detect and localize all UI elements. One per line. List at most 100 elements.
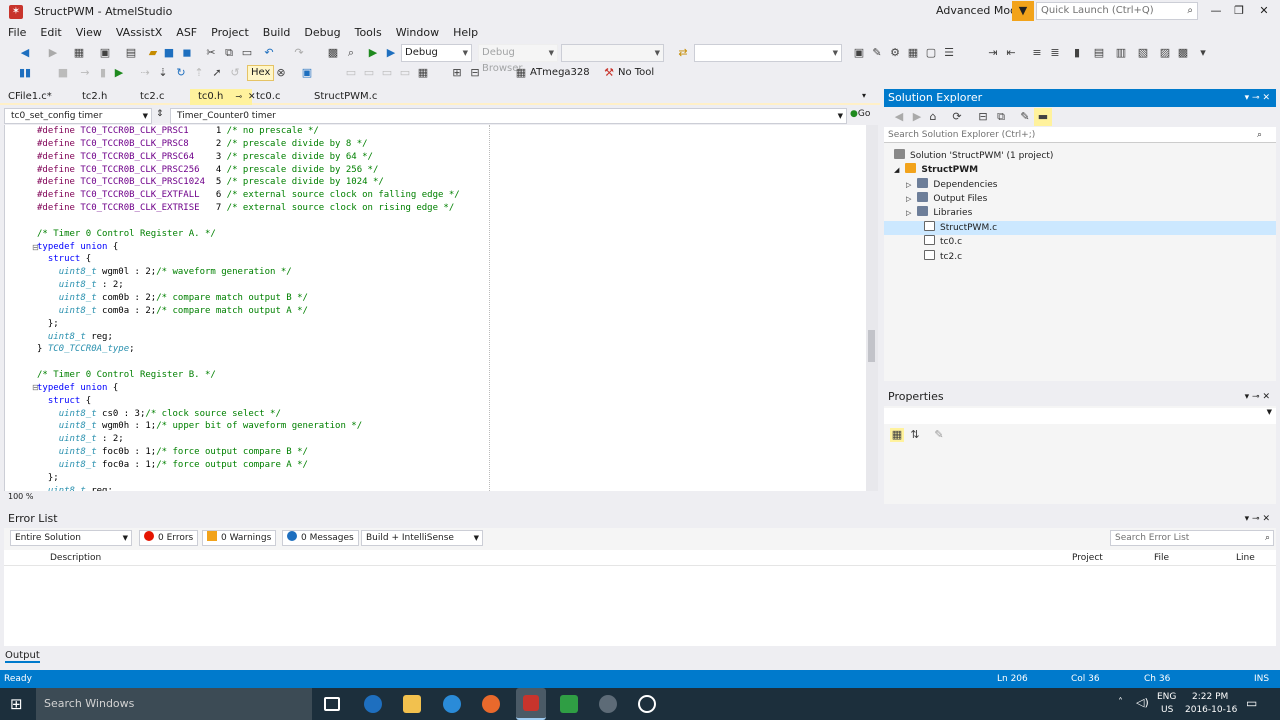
device-programming-icon[interactable]: ▣ xyxy=(852,46,866,60)
tree-item-tc2-c[interactable]: tc2.c xyxy=(924,250,962,264)
run-to-cursor-icon[interactable]: ➚ xyxy=(210,66,224,80)
spreadsheet-icon[interactable] xyxy=(560,695,578,713)
windows-start-icon[interactable]: ⊞ xyxy=(10,695,23,713)
tree-item-tc0-c[interactable]: tc0.c xyxy=(924,235,962,249)
tree-item-output-files[interactable]: ▷ Output Files xyxy=(906,192,987,206)
menu-view[interactable]: View xyxy=(68,24,108,42)
panel-controls[interactable]: ▾ ⊸ ✕ xyxy=(1245,89,1270,107)
code-editor[interactable]: ⊟ ⊟ #define TC0_TCCR0B_CLK_PRSC1 1 /* no… xyxy=(4,125,878,491)
language-indicator[interactable]: ENG xyxy=(1157,692,1176,702)
toggle-icon[interactable]: ▩ xyxy=(1176,46,1190,60)
editor-vertical-scrollbar[interactable] xyxy=(866,125,878,491)
device-select[interactable]: ATmega328 xyxy=(530,66,590,80)
sync-icon[interactable]: ⟳ xyxy=(950,110,964,124)
app-icon-circle[interactable] xyxy=(364,695,382,713)
menu-debug[interactable]: Debug xyxy=(296,24,346,42)
tab-tc0-c[interactable]: tc0.c xyxy=(248,89,310,105)
tab-tc0-h[interactable]: tc0.h ⊸ ✕ xyxy=(190,89,256,105)
io-view-icon[interactable]: ▭ xyxy=(380,66,394,80)
settings-icon[interactable]: ⚙ xyxy=(888,46,902,60)
expanded-icon[interactable]: ◢ xyxy=(894,166,899,174)
collapsed-icon[interactable]: ▷ xyxy=(906,181,911,189)
code-text[interactable]: #define TC0_TCCR0B_CLK_PRSC1 1 /* no pre… xyxy=(37,125,460,491)
panel-controls[interactable]: ▾ ⊸ ✕ xyxy=(1245,388,1270,406)
new-project-icon[interactable]: ▦ xyxy=(72,46,86,60)
firefox-icon[interactable] xyxy=(482,695,500,713)
find-icon[interactable]: ▩ xyxy=(326,46,340,60)
pause-icon[interactable]: ▮ xyxy=(96,66,110,80)
close-button[interactable]: ✕ xyxy=(1254,3,1274,19)
warnings-filter-button[interactable]: 0 Warnings xyxy=(202,530,277,546)
taskbar-search-input[interactable]: Search Windows xyxy=(36,688,312,720)
add-item-icon[interactable]: ▣ xyxy=(98,46,112,60)
error-search-input[interactable]: Search Error List ⌕ xyxy=(1110,530,1274,546)
error-scope-select[interactable]: Entire Solution ▼ xyxy=(10,530,132,546)
solution-platform-select[interactable]: ▼ xyxy=(694,44,842,62)
tool-icon[interactable]: ⊟ xyxy=(468,66,482,80)
tools-icon[interactable]: ✎ xyxy=(870,46,884,60)
debug-window-icon[interactable]: ▣ xyxy=(300,66,314,80)
copy-icon[interactable]: ⧉ xyxy=(222,46,236,60)
task-view-icon[interactable] xyxy=(324,697,340,711)
find-in-files-icon[interactable]: ⌕ xyxy=(344,46,358,60)
open-icon[interactable]: ▤ xyxy=(124,46,138,60)
menu-project[interactable]: Project xyxy=(203,24,255,42)
tab-tc2-h[interactable]: tc2.h xyxy=(74,89,136,105)
solution-search-input[interactable]: Search Solution Explorer (Ctrl+;) ⌕ xyxy=(884,127,1276,143)
clock-date[interactable]: 2016-10-16 xyxy=(1185,705,1237,715)
tree-item-dependencies[interactable]: ▷ Dependencies xyxy=(906,178,997,192)
show-all-files-icon[interactable]: ⧉ xyxy=(994,110,1008,124)
stop-icon[interactable]: ■ xyxy=(56,66,70,80)
tab-structpwm-c[interactable]: StructPWM.c xyxy=(306,89,396,105)
properties-object-select[interactable]: ▼ xyxy=(884,408,1276,424)
chip-icon[interactable]: ▦ xyxy=(514,66,528,80)
debug-browser-select[interactable]: Debug Browser ▼ xyxy=(478,44,558,74)
forward-icon[interactable]: ▶ xyxy=(910,110,924,124)
volume-icon[interactable]: ◁) xyxy=(1136,696,1149,709)
advanced-mode-label[interactable]: Advanced Mode xyxy=(936,4,1024,17)
tool-select[interactable]: No Tool xyxy=(618,66,654,80)
outdent-icon[interactable]: ⇤ xyxy=(1004,46,1018,60)
reset-icon[interactable]: ↺ xyxy=(228,66,242,80)
scrollbar-thumb[interactable] xyxy=(868,330,875,362)
column-project[interactable]: Project xyxy=(1072,550,1103,566)
menu-tools[interactable]: Tools xyxy=(347,24,388,42)
continue-icon[interactable]: ▶ xyxy=(112,66,126,80)
tab-overflow-icon[interactable]: ▾ xyxy=(862,91,866,100)
member-select[interactable]: Timer_Counter0 timer ▼ xyxy=(170,108,847,124)
window-icon[interactable]: ▢ xyxy=(924,46,938,60)
processor-icon[interactable]: ▦ xyxy=(416,66,430,80)
overflow-icon[interactable]: ▾ xyxy=(1196,46,1210,60)
property-pages-icon[interactable]: ✎ xyxy=(932,428,946,442)
menu-window[interactable]: Window xyxy=(388,24,445,42)
menu-edit[interactable]: Edit xyxy=(32,24,67,42)
start-without-debugging-icon[interactable]: ▶ xyxy=(384,46,398,60)
break-all-icon[interactable]: ▮▮ xyxy=(18,66,32,80)
bookmark-icon[interactable]: ▮ xyxy=(1070,46,1084,60)
layout-icon[interactable]: ▦ xyxy=(906,46,920,60)
errors-filter-button[interactable]: 0 Errors xyxy=(139,530,199,546)
bookmark-clear-icon[interactable]: ▨ xyxy=(1158,46,1172,60)
tool-app-icon[interactable] xyxy=(599,695,617,713)
no-tool-icon[interactable]: ⚒ xyxy=(602,66,616,80)
back-icon[interactable]: ◀ xyxy=(18,46,32,60)
quick-launch-input[interactable]: Quick Launch (Ctrl+Q) ⌕ xyxy=(1036,2,1198,20)
debug-target-select[interactable]: ▼ xyxy=(561,44,664,62)
clock-time[interactable]: 2:22 PM xyxy=(1192,692,1228,702)
column-description[interactable]: Description xyxy=(50,550,101,566)
step-over-icon[interactable]: ↻ xyxy=(174,66,188,80)
messages-filter-button[interactable]: 0 Messages xyxy=(282,530,359,546)
atmel-studio-taskbar-icon[interactable] xyxy=(516,688,546,720)
forward-icon[interactable]: ▶ xyxy=(46,46,60,60)
home-icon[interactable]: ⌂ xyxy=(926,110,940,124)
file-explorer-icon[interactable] xyxy=(403,695,421,713)
notifications-icon[interactable]: ▭ xyxy=(1246,696,1257,710)
spinner-icon[interactable]: ⇕ xyxy=(156,109,164,119)
region-indicator[interactable]: US xyxy=(1161,705,1173,715)
menu-build[interactable]: Build xyxy=(255,24,297,42)
menu-file[interactable]: File xyxy=(0,24,32,42)
zoom-level[interactable]: 100 % xyxy=(8,492,33,501)
back-icon[interactable]: ◀ xyxy=(892,110,906,124)
step-out-icon[interactable]: ⇡ xyxy=(192,66,206,80)
device-icon[interactable]: ⊞ xyxy=(450,66,464,80)
